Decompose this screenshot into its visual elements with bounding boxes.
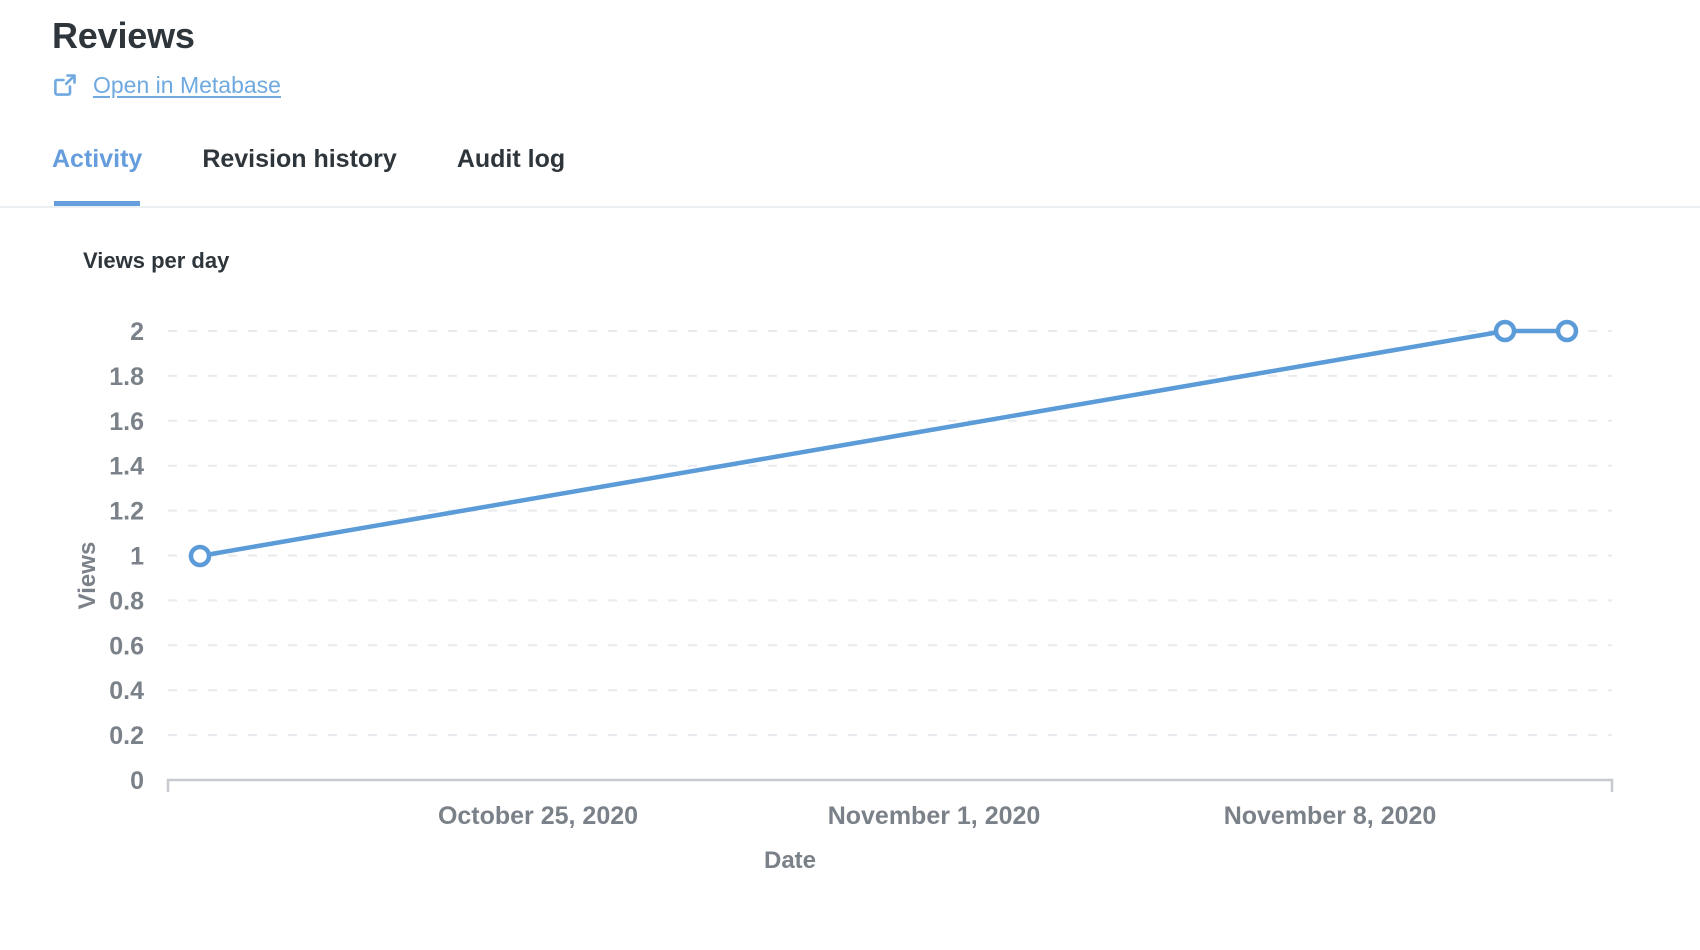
tab-audit-log[interactable]: Audit log xyxy=(457,136,565,174)
x-axis-title: Date xyxy=(764,847,816,874)
tab-bar-divider xyxy=(0,206,1700,208)
y-axis-tick-label: 1.6 xyxy=(109,408,144,436)
y-axis-tick-label: 0.4 xyxy=(109,677,144,705)
y-axis-tick-label: 1.2 xyxy=(109,498,144,526)
page-title: Reviews xyxy=(52,15,195,56)
y-axis-tick-label: 1.4 xyxy=(109,453,144,481)
external-link-icon xyxy=(52,72,78,98)
tab-audit-log-label: Audit log xyxy=(456,145,566,173)
y-axis-title: Views xyxy=(74,542,101,610)
chart-canvas: 2 1.8 1.6 1.4 1.2 1 0.8 0.6 0.4 0.2 0 October 25, 2… xyxy=(74,318,1614,874)
y-axis-tick-label: 0 xyxy=(130,767,144,795)
y-axis-tick-label: 0.2 xyxy=(109,722,144,750)
tab-bar: Activity Revision history Audit log xyxy=(0,136,1700,208)
x-axis-line xyxy=(166,778,1614,792)
y-axis-tick-label: 1 xyxy=(130,543,144,571)
x-axis-tick-label: November 1, 2020 xyxy=(828,802,1041,830)
tab-revision-history-label: Revision history xyxy=(202,145,397,173)
data-point-marker[interactable] xyxy=(188,544,212,568)
tab-activity-label: Activity xyxy=(52,145,143,173)
y-axis-tick-label: 2 xyxy=(130,318,144,346)
x-axis-tick-label: October 25, 2020 xyxy=(438,802,638,830)
open-in-metabase-link[interactable]: Open in Metabase xyxy=(52,72,281,98)
views-per-day-chart: Views per day 2 1.8 1.6 1.4 1.2 1 0.8 0.6 0.4 0.2… xyxy=(0,240,1700,900)
open-in-metabase-label: Open in Metabase xyxy=(93,72,281,98)
data-point-marker[interactable] xyxy=(1555,319,1579,343)
y-axis-tick-label: 1.8 xyxy=(109,363,144,391)
data-point-marker[interactable] xyxy=(1493,319,1517,343)
page-header: Reviews Open in Metabase xyxy=(0,0,1700,98)
y-axis-tick-label: 0.6 xyxy=(109,632,144,660)
y-axis-tick-label: 0.8 xyxy=(109,587,144,615)
tab-activity[interactable]: Activity xyxy=(52,136,143,207)
tab-revision-history[interactable]: Revision history xyxy=(202,136,397,174)
series-line xyxy=(197,328,1570,559)
x-axis-tick-label: November 8, 2020 xyxy=(1224,802,1437,830)
